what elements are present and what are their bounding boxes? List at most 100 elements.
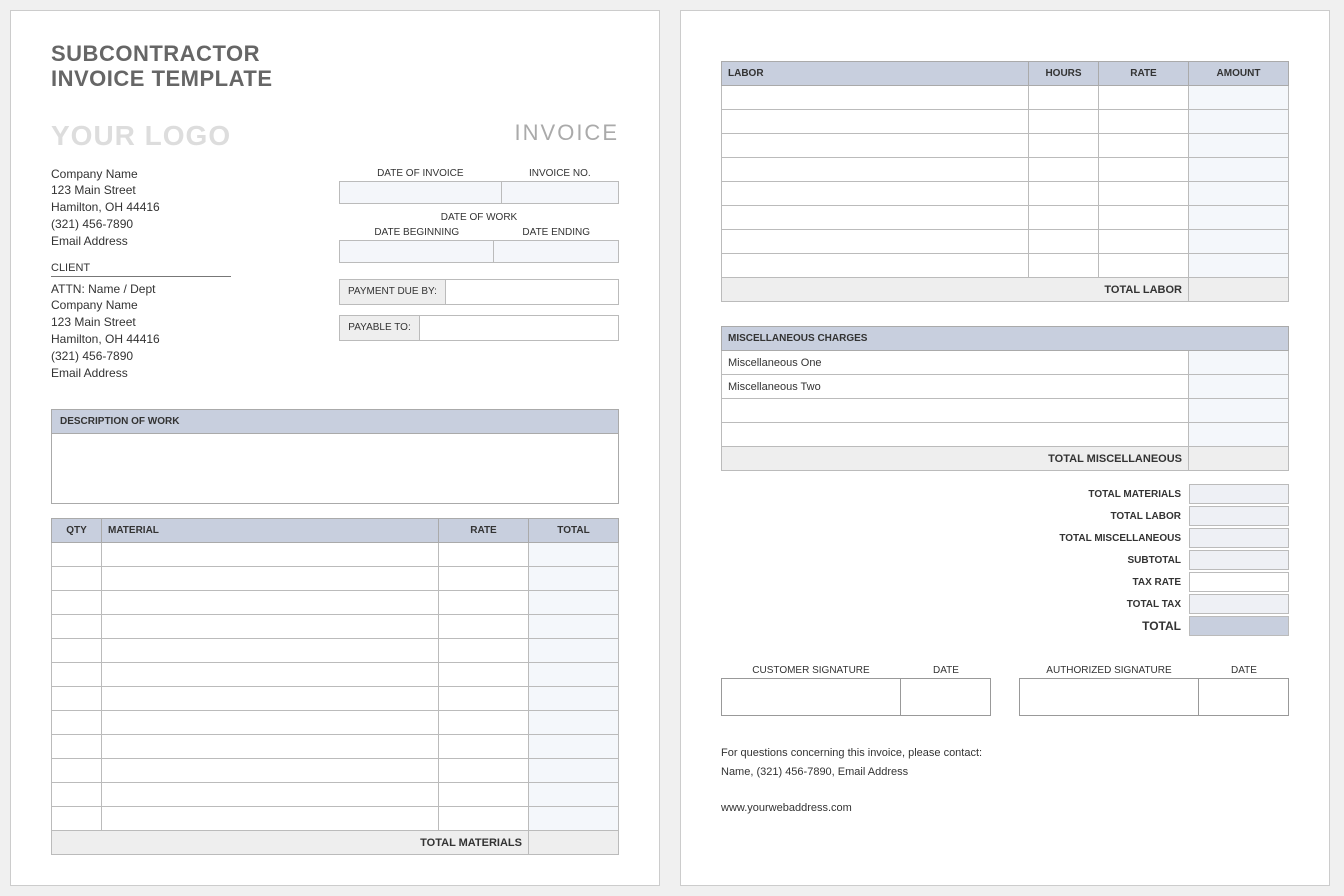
lab-desc[interactable] (722, 110, 1029, 134)
label-payable-to: PAYABLE TO: (339, 315, 419, 341)
customer-date-field[interactable] (901, 679, 990, 715)
mat-desc[interactable] (102, 543, 439, 567)
field-invoice-no[interactable] (501, 181, 618, 203)
mat-qty[interactable] (52, 735, 102, 759)
lab-hours[interactable] (1029, 134, 1099, 158)
mat-qty[interactable] (52, 639, 102, 663)
lab-hours[interactable] (1029, 86, 1099, 110)
mat-qty[interactable] (52, 663, 102, 687)
sum-taxrate-val[interactable] (1189, 572, 1289, 592)
misc-2-label[interactable]: Miscellaneous Two (722, 375, 1189, 399)
mat-desc[interactable] (102, 759, 439, 783)
invoice-page-1: SUBCONTRACTOR INVOICE TEMPLATE YOUR LOGO… (10, 10, 660, 886)
misc-2-value[interactable] (1189, 375, 1289, 399)
mat-desc[interactable] (102, 591, 439, 615)
mat-qty[interactable] (52, 567, 102, 591)
mat-rate[interactable] (439, 543, 529, 567)
misc-1-label[interactable]: Miscellaneous One (722, 351, 1189, 375)
field-payment-due[interactable] (445, 279, 619, 305)
mat-rate[interactable] (439, 687, 529, 711)
misc-row-2: Miscellaneous Two (722, 375, 1289, 399)
field-date-ending[interactable] (494, 240, 619, 262)
mat-rate[interactable] (439, 591, 529, 615)
mat-rate[interactable] (439, 615, 529, 639)
lab-desc[interactable] (722, 230, 1029, 254)
mat-rate[interactable] (439, 663, 529, 687)
field-date-beginning[interactable] (340, 240, 494, 262)
lab-amount (1189, 134, 1289, 158)
materials-row (52, 783, 619, 807)
lab-desc[interactable] (722, 86, 1029, 110)
lab-rate[interactable] (1099, 182, 1189, 206)
lab-amount (1189, 230, 1289, 254)
lab-rate[interactable] (1099, 254, 1189, 278)
col-labor: LABOR (722, 62, 1029, 86)
mat-rate[interactable] (439, 735, 529, 759)
description-header: DESCRIPTION OF WORK (51, 409, 619, 434)
lab-desc[interactable] (722, 158, 1029, 182)
lab-rate[interactable] (1099, 134, 1189, 158)
misc-1-value[interactable] (1189, 351, 1289, 375)
field-date-of-invoice[interactable] (340, 181, 502, 203)
sum-misc-val (1189, 528, 1289, 548)
lab-rate[interactable] (1099, 86, 1189, 110)
mat-qty[interactable] (52, 591, 102, 615)
sum-misc-label: TOTAL MISCELLANEOUS (989, 533, 1189, 544)
lab-desc[interactable] (722, 182, 1029, 206)
misc-header: MISCELLANEOUS CHARGES (722, 327, 1289, 351)
mat-qty[interactable] (52, 759, 102, 783)
mat-rate[interactable] (439, 639, 529, 663)
lab-desc[interactable] (722, 206, 1029, 230)
mat-desc[interactable] (102, 615, 439, 639)
misc-4-label[interactable] (722, 423, 1189, 447)
total-materials-label: TOTAL MATERIALS (52, 831, 529, 855)
mat-qty[interactable] (52, 687, 102, 711)
mat-qty[interactable] (52, 543, 102, 567)
mat-desc[interactable] (102, 783, 439, 807)
mat-desc[interactable] (102, 687, 439, 711)
company-street: 123 Main Street (51, 182, 309, 199)
mat-desc[interactable] (102, 639, 439, 663)
mat-rate[interactable] (439, 783, 529, 807)
misc-4-value[interactable] (1189, 423, 1289, 447)
lab-hours[interactable] (1029, 254, 1099, 278)
materials-row (52, 567, 619, 591)
field-payable-to[interactable] (419, 315, 619, 341)
lab-hours[interactable] (1029, 182, 1099, 206)
misc-3-label[interactable] (722, 399, 1189, 423)
mat-desc[interactable] (102, 807, 439, 831)
lab-hours[interactable] (1029, 158, 1099, 182)
mat-total (529, 543, 619, 567)
client-name: Company Name (51, 297, 309, 314)
authorized-sig-field[interactable] (1020, 679, 1199, 715)
total-materials-value (529, 831, 619, 855)
lab-rate[interactable] (1099, 110, 1189, 134)
lab-amount (1189, 254, 1289, 278)
mat-qty[interactable] (52, 807, 102, 831)
mat-qty[interactable] (52, 783, 102, 807)
misc-3-value[interactable] (1189, 399, 1289, 423)
customer-sig-field[interactable] (722, 679, 901, 715)
lab-hours[interactable] (1029, 110, 1099, 134)
materials-row (52, 807, 619, 831)
lab-hours[interactable] (1029, 206, 1099, 230)
lab-rate[interactable] (1099, 158, 1189, 182)
mat-desc[interactable] (102, 735, 439, 759)
lab-rate[interactable] (1099, 206, 1189, 230)
description-body[interactable] (51, 434, 619, 504)
authorized-date-field[interactable] (1199, 679, 1288, 715)
mat-desc[interactable] (102, 711, 439, 735)
mat-qty[interactable] (52, 615, 102, 639)
mat-rate[interactable] (439, 567, 529, 591)
authorized-sig-label: AUTHORIZED SIGNATURE (1019, 665, 1199, 676)
lab-desc[interactable] (722, 254, 1029, 278)
mat-rate[interactable] (439, 711, 529, 735)
mat-desc[interactable] (102, 663, 439, 687)
mat-rate[interactable] (439, 807, 529, 831)
mat-rate[interactable] (439, 759, 529, 783)
lab-hours[interactable] (1029, 230, 1099, 254)
lab-desc[interactable] (722, 134, 1029, 158)
mat-desc[interactable] (102, 567, 439, 591)
mat-qty[interactable] (52, 711, 102, 735)
lab-rate[interactable] (1099, 230, 1189, 254)
